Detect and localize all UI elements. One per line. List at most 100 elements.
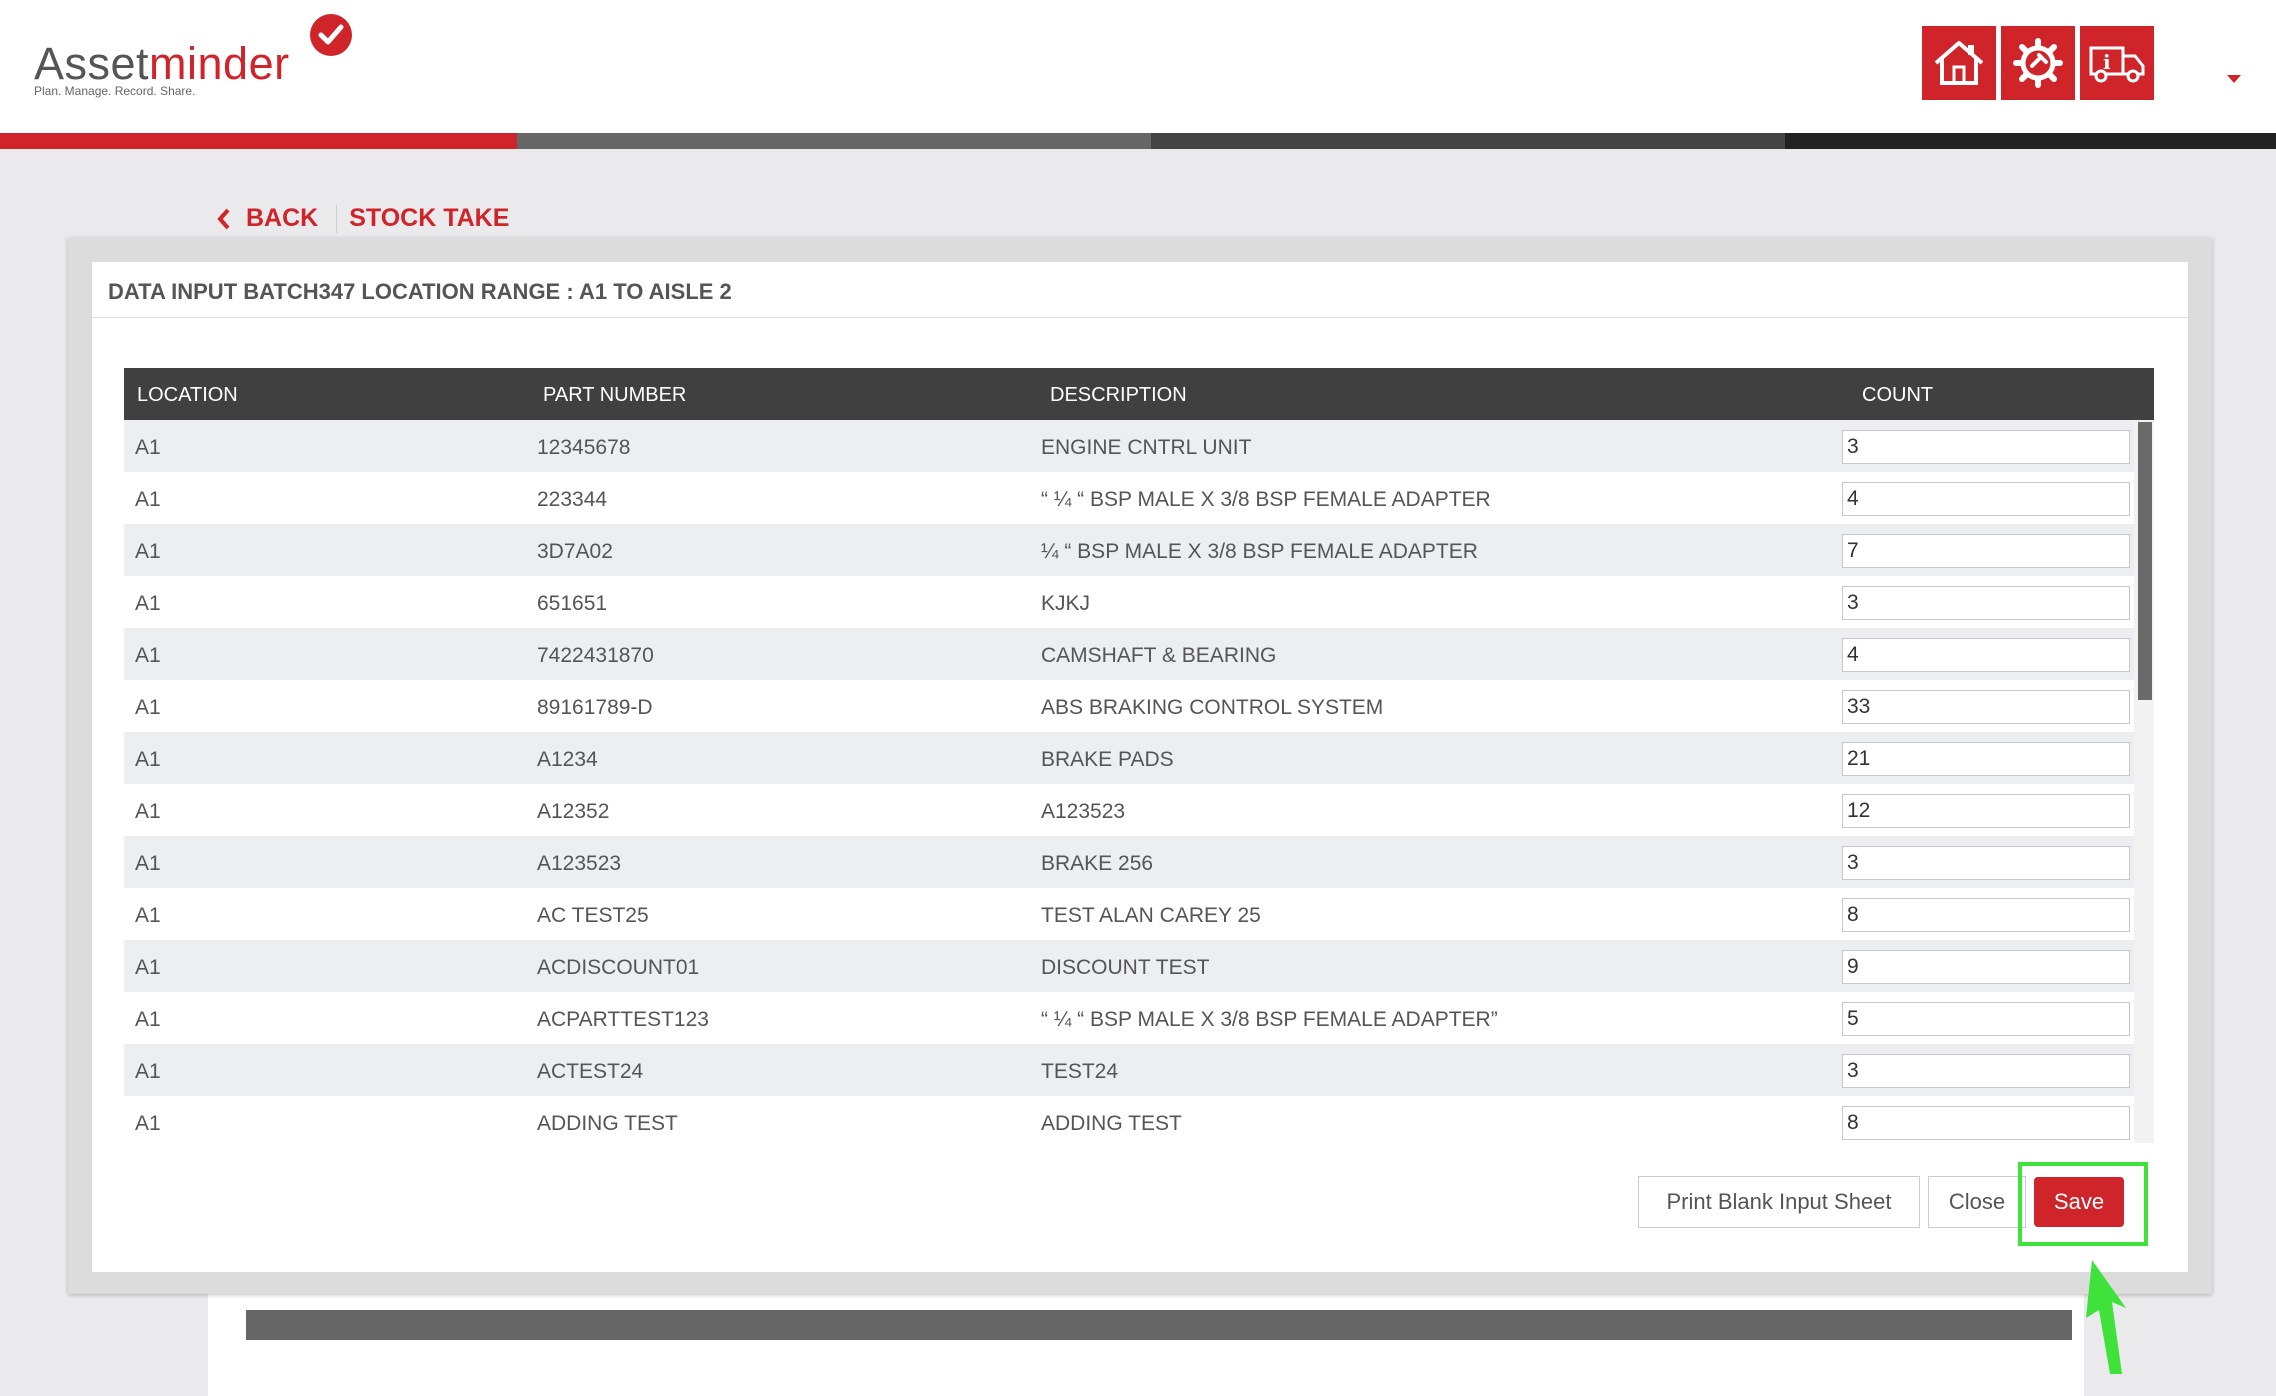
cell-description: BRAKE PADS (1041, 748, 1174, 771)
cell-description: CAMSHAFT & BEARING (1041, 644, 1277, 667)
count-input[interactable] (1842, 482, 2130, 516)
count-input[interactable] (1842, 898, 2130, 932)
count-input[interactable] (1842, 586, 2130, 620)
chevron-left-icon (217, 208, 230, 229)
cell-description: ABS BRAKING CONTROL SYSTEM (1041, 696, 1384, 719)
count-input[interactable] (1842, 794, 2130, 828)
cell-part-number: 12345678 (537, 436, 631, 459)
table-scrollbar-thumb[interactable] (2138, 422, 2152, 700)
home-button[interactable] (1922, 26, 1996, 100)
cell-part-number: A123523 (537, 852, 622, 875)
service-settings-button[interactable] (2001, 26, 2075, 100)
header-stripe-darkgrey (1151, 133, 1785, 149)
cell-part-number: 651651 (537, 592, 608, 615)
delivery-truck-icon: i (2089, 46, 2145, 83)
checkmark-icon (310, 14, 352, 56)
breadcrumb: BACK STOCK TAKE (216, 204, 509, 233)
cell-location: A1 (135, 904, 161, 927)
column-header-description[interactable]: DESCRIPTION (1050, 384, 1187, 407)
cell-location: A1 (135, 540, 161, 563)
header-stripe-black (1785, 133, 2276, 149)
cell-location: A1 (135, 800, 161, 823)
cell-description: A123523 (1041, 800, 1126, 823)
table-row: A1 A123523 BRAKE 256 (124, 836, 2134, 888)
count-input[interactable] (1842, 742, 2130, 776)
count-input[interactable] (1842, 950, 2130, 984)
cell-part-number: ADDING TEST (537, 1112, 678, 1135)
cell-description: “ ¼ “ BSP MALE X 3/8 BSP FEMALE ADAPTER (1041, 488, 1491, 511)
table-row: A1 A12352 A123523 (124, 784, 2134, 836)
back-label: BACK (246, 204, 319, 232)
cell-description: “ ¼ “ BSP MALE X 3/8 BSP FEMALE ADAPTER” (1041, 1008, 1498, 1031)
delivery-button[interactable]: i (2080, 26, 2154, 100)
user-menu-caret-icon[interactable] (2227, 75, 2241, 83)
cell-location: A1 (135, 436, 161, 459)
table-row: A1 651651 KJKJ (124, 576, 2134, 628)
header-stripe-grey (517, 133, 1151, 149)
print-blank-input-sheet-button[interactable]: Print Blank Input Sheet (1638, 1176, 1920, 1228)
table-header: LOCATION PART NUMBER DESCRIPTION COUNT (124, 368, 2154, 420)
cell-location: A1 (135, 852, 161, 875)
count-input[interactable] (1842, 1106, 2130, 1140)
breadcrumb-current[interactable]: STOCK TAKE (349, 204, 509, 233)
annotation-arrow-icon (2086, 1260, 2126, 1374)
cell-description: ADDING TEST (1041, 1112, 1182, 1135)
cell-location: A1 (135, 644, 161, 667)
cell-location: A1 (135, 956, 161, 979)
table-row: A1 ACTEST24 TEST24 (124, 1044, 2134, 1096)
count-input[interactable] (1842, 534, 2130, 568)
settings-gear-icon (2013, 38, 2063, 88)
cell-location: A1 (135, 696, 161, 719)
cell-location: A1 (135, 592, 161, 615)
count-input[interactable] (1842, 638, 2130, 672)
cell-part-number: ACTEST24 (537, 1060, 644, 1083)
background-header-bar (246, 1310, 2072, 1340)
cell-description: DISCOUNT TEST (1041, 956, 1210, 979)
column-header-location[interactable]: LOCATION (137, 384, 238, 407)
cell-part-number: ACDISCOUNT01 (537, 956, 700, 979)
cell-description: TEST ALAN CAREY 25 (1041, 904, 1261, 927)
svg-text:i: i (2103, 50, 2111, 74)
count-input[interactable] (1842, 1054, 2130, 1088)
cell-location: A1 (135, 1060, 161, 1083)
cell-location: A1 (135, 1112, 161, 1135)
count-input[interactable] (1842, 846, 2130, 880)
cell-description: ¼ “ BSP MALE X 3/8 BSP FEMALE ADAPTER (1041, 540, 1478, 563)
table-row: A1 A1234 BRAKE PADS (124, 732, 2134, 784)
count-input[interactable] (1842, 690, 2130, 724)
column-header-count[interactable]: COUNT (1862, 384, 1933, 407)
save-highlight-box (2018, 1162, 2148, 1246)
header-stripe-red (0, 133, 517, 149)
cell-location: A1 (135, 1008, 161, 1031)
table-row: A1 89161789-D ABS BRAKING CONTROL SYSTEM (124, 680, 2134, 732)
logo-wordmark: Assetminder (34, 38, 290, 89)
breadcrumb-separator (336, 204, 338, 233)
cell-part-number: AC TEST25 (537, 904, 649, 927)
cell-location: A1 (135, 488, 161, 511)
home-icon (1934, 41, 1984, 85)
column-header-part-number[interactable]: PART NUMBER (543, 384, 686, 407)
app-header: Assetminder Plan. Manage. Record. Share. (0, 0, 2276, 133)
table-row: A1 7422431870 CAMSHAFT & BEARING (124, 628, 2134, 680)
count-input[interactable] (1842, 430, 2130, 464)
cell-part-number: 3D7A02 (537, 540, 613, 563)
table-row: A1 AC TEST25 TEST ALAN CAREY 25 (124, 888, 2134, 940)
logo-tagline: Plan. Manage. Record. Share. (34, 84, 196, 98)
cell-part-number: 223344 (537, 488, 608, 511)
stock-take-table-body: A1 12345678 ENGINE CNTRL UNIT A1 223344 … (124, 420, 2134, 1143)
table-row: A1 ADDING TEST ADDING TEST (124, 1096, 2134, 1143)
table-row: A1 ACPARTTEST123 “ ¼ “ BSP MALE X 3/8 BS… (124, 992, 2134, 1044)
close-button[interactable]: Close (1928, 1176, 2026, 1228)
cell-description: KJKJ (1041, 592, 1091, 615)
cell-description: ENGINE CNTRL UNIT (1041, 436, 1252, 459)
count-input[interactable] (1842, 1002, 2130, 1036)
cell-part-number: 7422431870 (537, 644, 654, 667)
back-link[interactable]: BACK (216, 204, 318, 233)
table-row: A1 ACDISCOUNT01 DISCOUNT TEST (124, 940, 2134, 992)
table-row: A1 3D7A02 ¼ “ BSP MALE X 3/8 BSP FEMALE … (124, 524, 2134, 576)
cell-part-number: 89161789-D (537, 696, 653, 719)
assetminder-logo[interactable]: Assetminder Plan. Manage. Record. Share. (34, 14, 374, 104)
table-row: A1 12345678 ENGINE CNTRL UNIT (124, 420, 2134, 472)
cell-part-number: ACPARTTEST123 (537, 1008, 709, 1031)
modal-title: DATA INPUT BATCH347 LOCATION RANGE : A1 … (92, 262, 2188, 318)
